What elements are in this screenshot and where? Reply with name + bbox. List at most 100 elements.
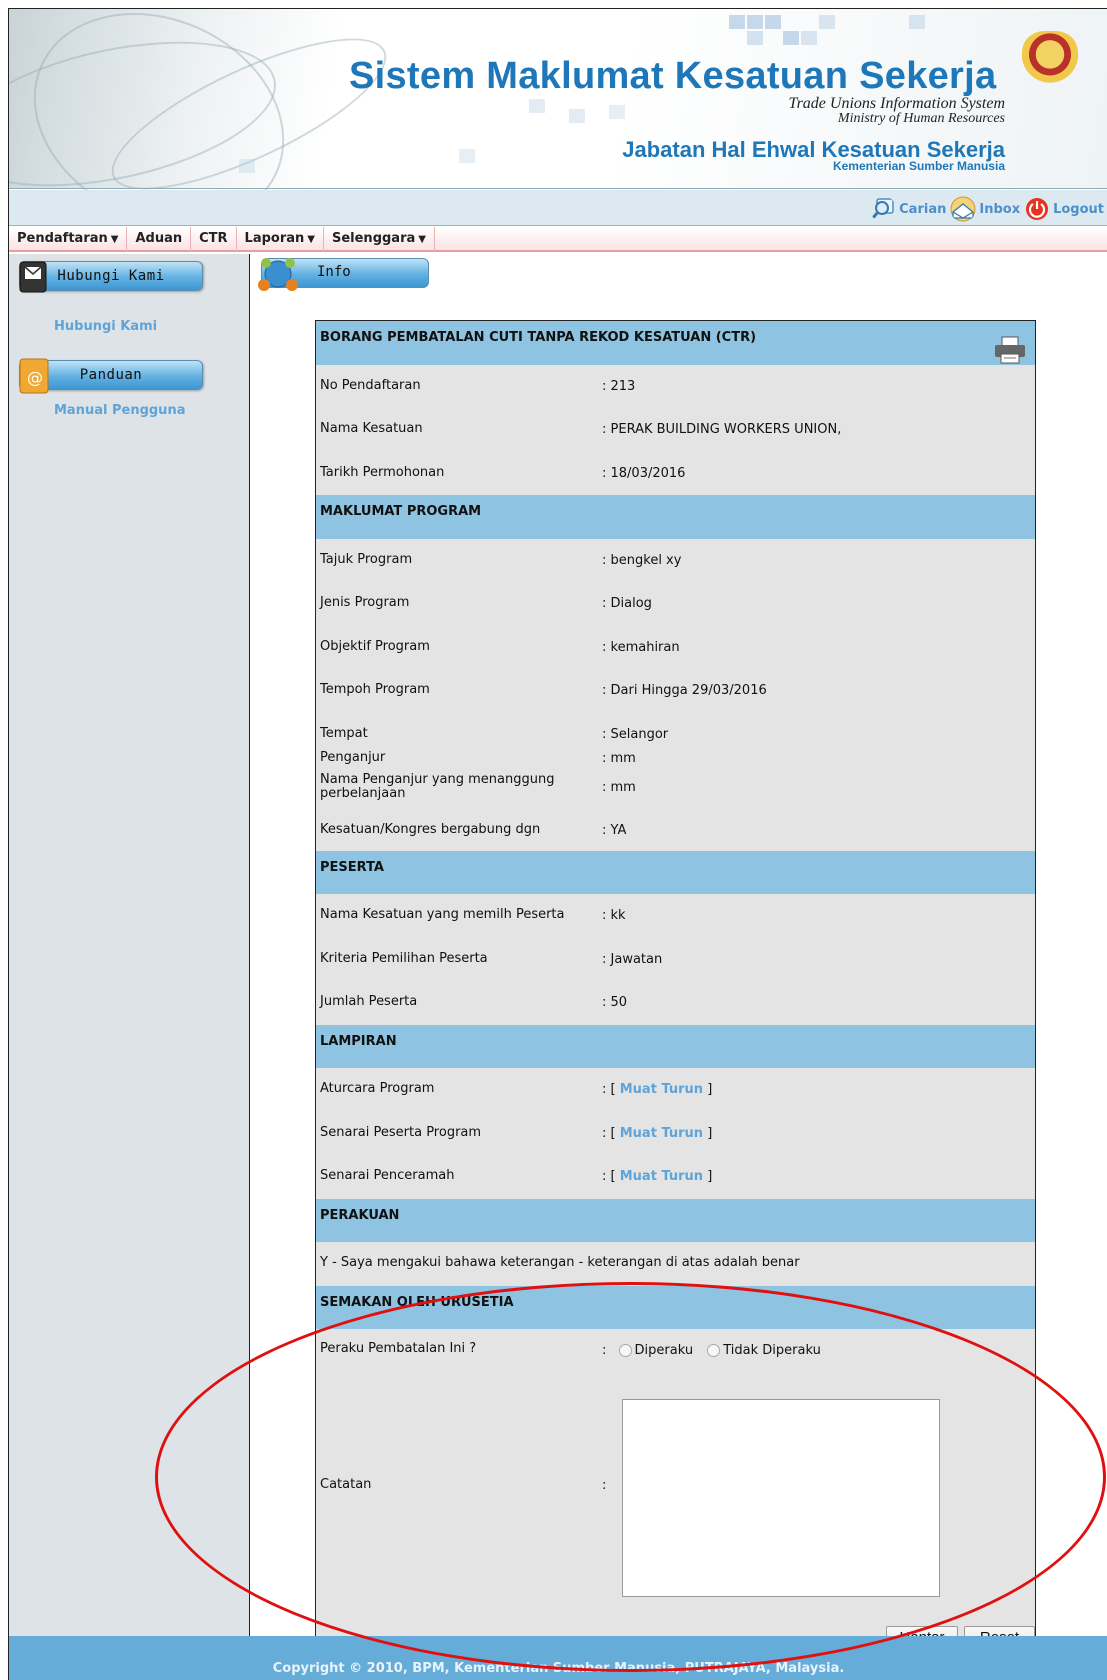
sidebar-button-panduan[interactable]: @ Panduan [19,358,203,394]
notes-textarea[interactable] [622,1399,940,1597]
field-value: : kk [602,908,626,923]
radio-tidak-diperaku[interactable] [707,1344,721,1357]
field-label: Tempat [320,725,368,741]
top-toolbar: Carian Inbox Logout [9,190,1107,226]
logout-label: Logout [1053,201,1104,217]
attachment-aturcara: Aturcara Program : [ Muat Turun ] [316,1068,1035,1112]
chevron-down-icon: ▼ [307,234,315,245]
inbox-label: Inbox [979,201,1021,217]
field-value: : 213 [602,378,636,394]
network-globe-icon [258,258,298,291]
field-tarikh-permohonan: Tarikh Permohonan : 18/03/2016 [316,452,1035,496]
field-objektif-program: Objektif Program: kemahiran [316,626,1035,670]
menu-laporan[interactable]: Laporan ▼ [237,227,324,252]
field-label: Tempoh Program [320,682,430,697]
approval-radio-group: : Diperaku Tidak Diperaku [602,1343,821,1358]
field-no-pendaftaran: No Pendaftaran : 213 [316,365,1035,409]
download-link[interactable]: Muat Turun [620,1082,703,1097]
field-tempat: Tempat: Selangor [316,713,1035,745]
menu-label: CTR [199,231,228,246]
field-label: Tarikh Permohonan [320,464,445,480]
field-label: Tajuk Program [320,551,413,567]
field-jenis-program: Jenis Program : Dialog [316,582,1035,626]
field-kriteria: Kriteria Pemilihan Peserta: Jawatan [316,938,1035,982]
field-tempoh-program: Tempoh Program : Dari Hingga 29/03/2016 [316,669,1035,713]
attachment-senarai-peserta: Senarai Peserta Program: [ Muat Turun ] [316,1112,1035,1156]
field-value: : mm [602,779,636,795]
colon: : [602,1343,607,1358]
field-label: Nama Kesatuan yang memilh Peserta [320,907,565,922]
field-value: : 18/03/2016 [602,465,686,481]
menu-aduan[interactable]: Aduan [127,227,192,252]
section-lampiran: LAMPIRAN [316,1024,1035,1068]
bracket-close: ] [707,1169,713,1184]
menu-label: Laporan [244,231,305,246]
info-tab-label: Info [317,264,351,280]
chevron-down-icon: ▼ [110,234,119,245]
field-value: : mm [602,750,636,766]
cancellation-form: BORANG PEMBATALAN CUTI TANPA REKOD KESAT… [315,320,1036,1652]
field-value: : Dialog [602,596,652,611]
radio-label-tidak-diperaku: Tidak Diperaku [723,1343,821,1358]
power-icon [1026,198,1049,220]
field-value: : [ Muat Turun ] [602,1082,712,1097]
search-button[interactable]: Carian [870,196,946,222]
field-label: Objektif Program [320,638,430,654]
field-value: : YA [602,822,627,838]
printer-icon[interactable] [993,335,1027,365]
inbox-button[interactable]: Inbox [950,196,1020,222]
app-frame: Sistem Maklumat Kesatuan Sekerja Trade U… [8,8,1107,1680]
ministry-en: Ministry of Human Resources [837,111,1005,126]
perakuan-text: Y - Saya mengakui bahawa keterangan - ke… [320,1255,800,1270]
field-label: Senarai Peserta Program [320,1124,482,1140]
field-label: No Pendaftaran [320,377,421,393]
download-link[interactable]: Muat Turun [620,1169,703,1184]
menu-pendaftaran[interactable]: Pendaftaran ▼ [9,227,128,252]
section-peserta: PESERTA [316,850,1035,894]
menu-ctr[interactable]: CTR [191,227,237,252]
field-value: : [ Muat Turun ] [602,1169,712,1184]
menu-label: Pendaftaran [17,231,108,246]
footer: Copyright © 2010, BPM, Kementerian Sumbe… [9,1636,1107,1680]
chevron-down-icon: ▼ [418,234,426,245]
field-label: Peraku Pembatalan Ini ? [320,1341,477,1356]
field-value: : PERAK BUILDING WORKERS UNION, [602,422,842,437]
section-maklumat-program: MAKLUMAT PROGRAM [316,495,1035,539]
app-title: Sistem Maklumat Kesatuan Sekerja [349,55,997,97]
sidebar: Hubungi Kami Hubungi Kami @ Panduan Manu… [9,254,250,1636]
section-perakuan: PERAKUAN [316,1198,1035,1242]
sidebar-link-manual-pengguna[interactable]: Manual Pengguna [54,403,185,418]
field-label: Nama Kesatuan [320,421,423,436]
radio-diperaku[interactable] [618,1344,632,1357]
sidebar-button-label: Hubungi Kami [57,268,165,284]
field-label: Kesatuan/Kongres bergabung dgn [320,821,541,837]
field-label: Aturcara Program [320,1081,435,1096]
bracket-close: ] [707,1125,713,1141]
bracket-open: : [ [602,1082,616,1097]
sidebar-button-hubungi-kami[interactable]: Hubungi Kami [19,261,203,293]
download-link[interactable]: Muat Turun [620,1126,703,1141]
perakuan-statement: Y - Saya mengakui bahawa keterangan - ke… [316,1242,1035,1286]
main-menu: Pendaftaran ▼ Aduan CTR Laporan ▼ Selengga… [9,227,1107,252]
bracket-open: : [ [602,1169,616,1184]
menu-label: Aduan [135,231,183,246]
field-value: : bengkel xy [602,552,682,568]
header-banner: Sistem Maklumat Kesatuan Sekerja Trade U… [9,9,1107,265]
sidebar-link-hubungi-kami[interactable]: Hubungi Kami [54,319,157,334]
field-penganjur: Penganjur: mm [316,745,1035,769]
logout-button[interactable]: Logout [1024,196,1104,222]
info-tab[interactable]: Info [258,258,429,291]
field-peraku-pembatalan: Peraku Pembatalan Ini ? : Diperaku Tidak… [316,1329,1035,1373]
field-label: Jenis Program [320,595,410,610]
attachment-senarai-penceramah: Senarai Penceramah: [ Muat Turun ] [316,1155,1035,1199]
field-label: Catatan [320,1477,372,1492]
field-value: : Dari Hingga 29/03/2016 [602,683,767,698]
field-label: Jumlah Peserta [320,994,418,1009]
menu-selenggara[interactable]: Selenggara ▼ [324,227,435,252]
field-tajuk-program: Tajuk Program : bengkel xy [316,539,1035,583]
coat-of-arms-logo [1022,31,1078,83]
form-title: BORANG PEMBATALAN CUTI TANPA REKOD KESAT… [316,321,1035,365]
form-title-text: BORANG PEMBATALAN CUTI TANPA REKOD KESAT… [320,330,757,345]
copyright-text: Copyright © 2010, BPM, Kementerian Sumbe… [272,1661,845,1676]
sidebar-button-label: Panduan [79,367,143,383]
